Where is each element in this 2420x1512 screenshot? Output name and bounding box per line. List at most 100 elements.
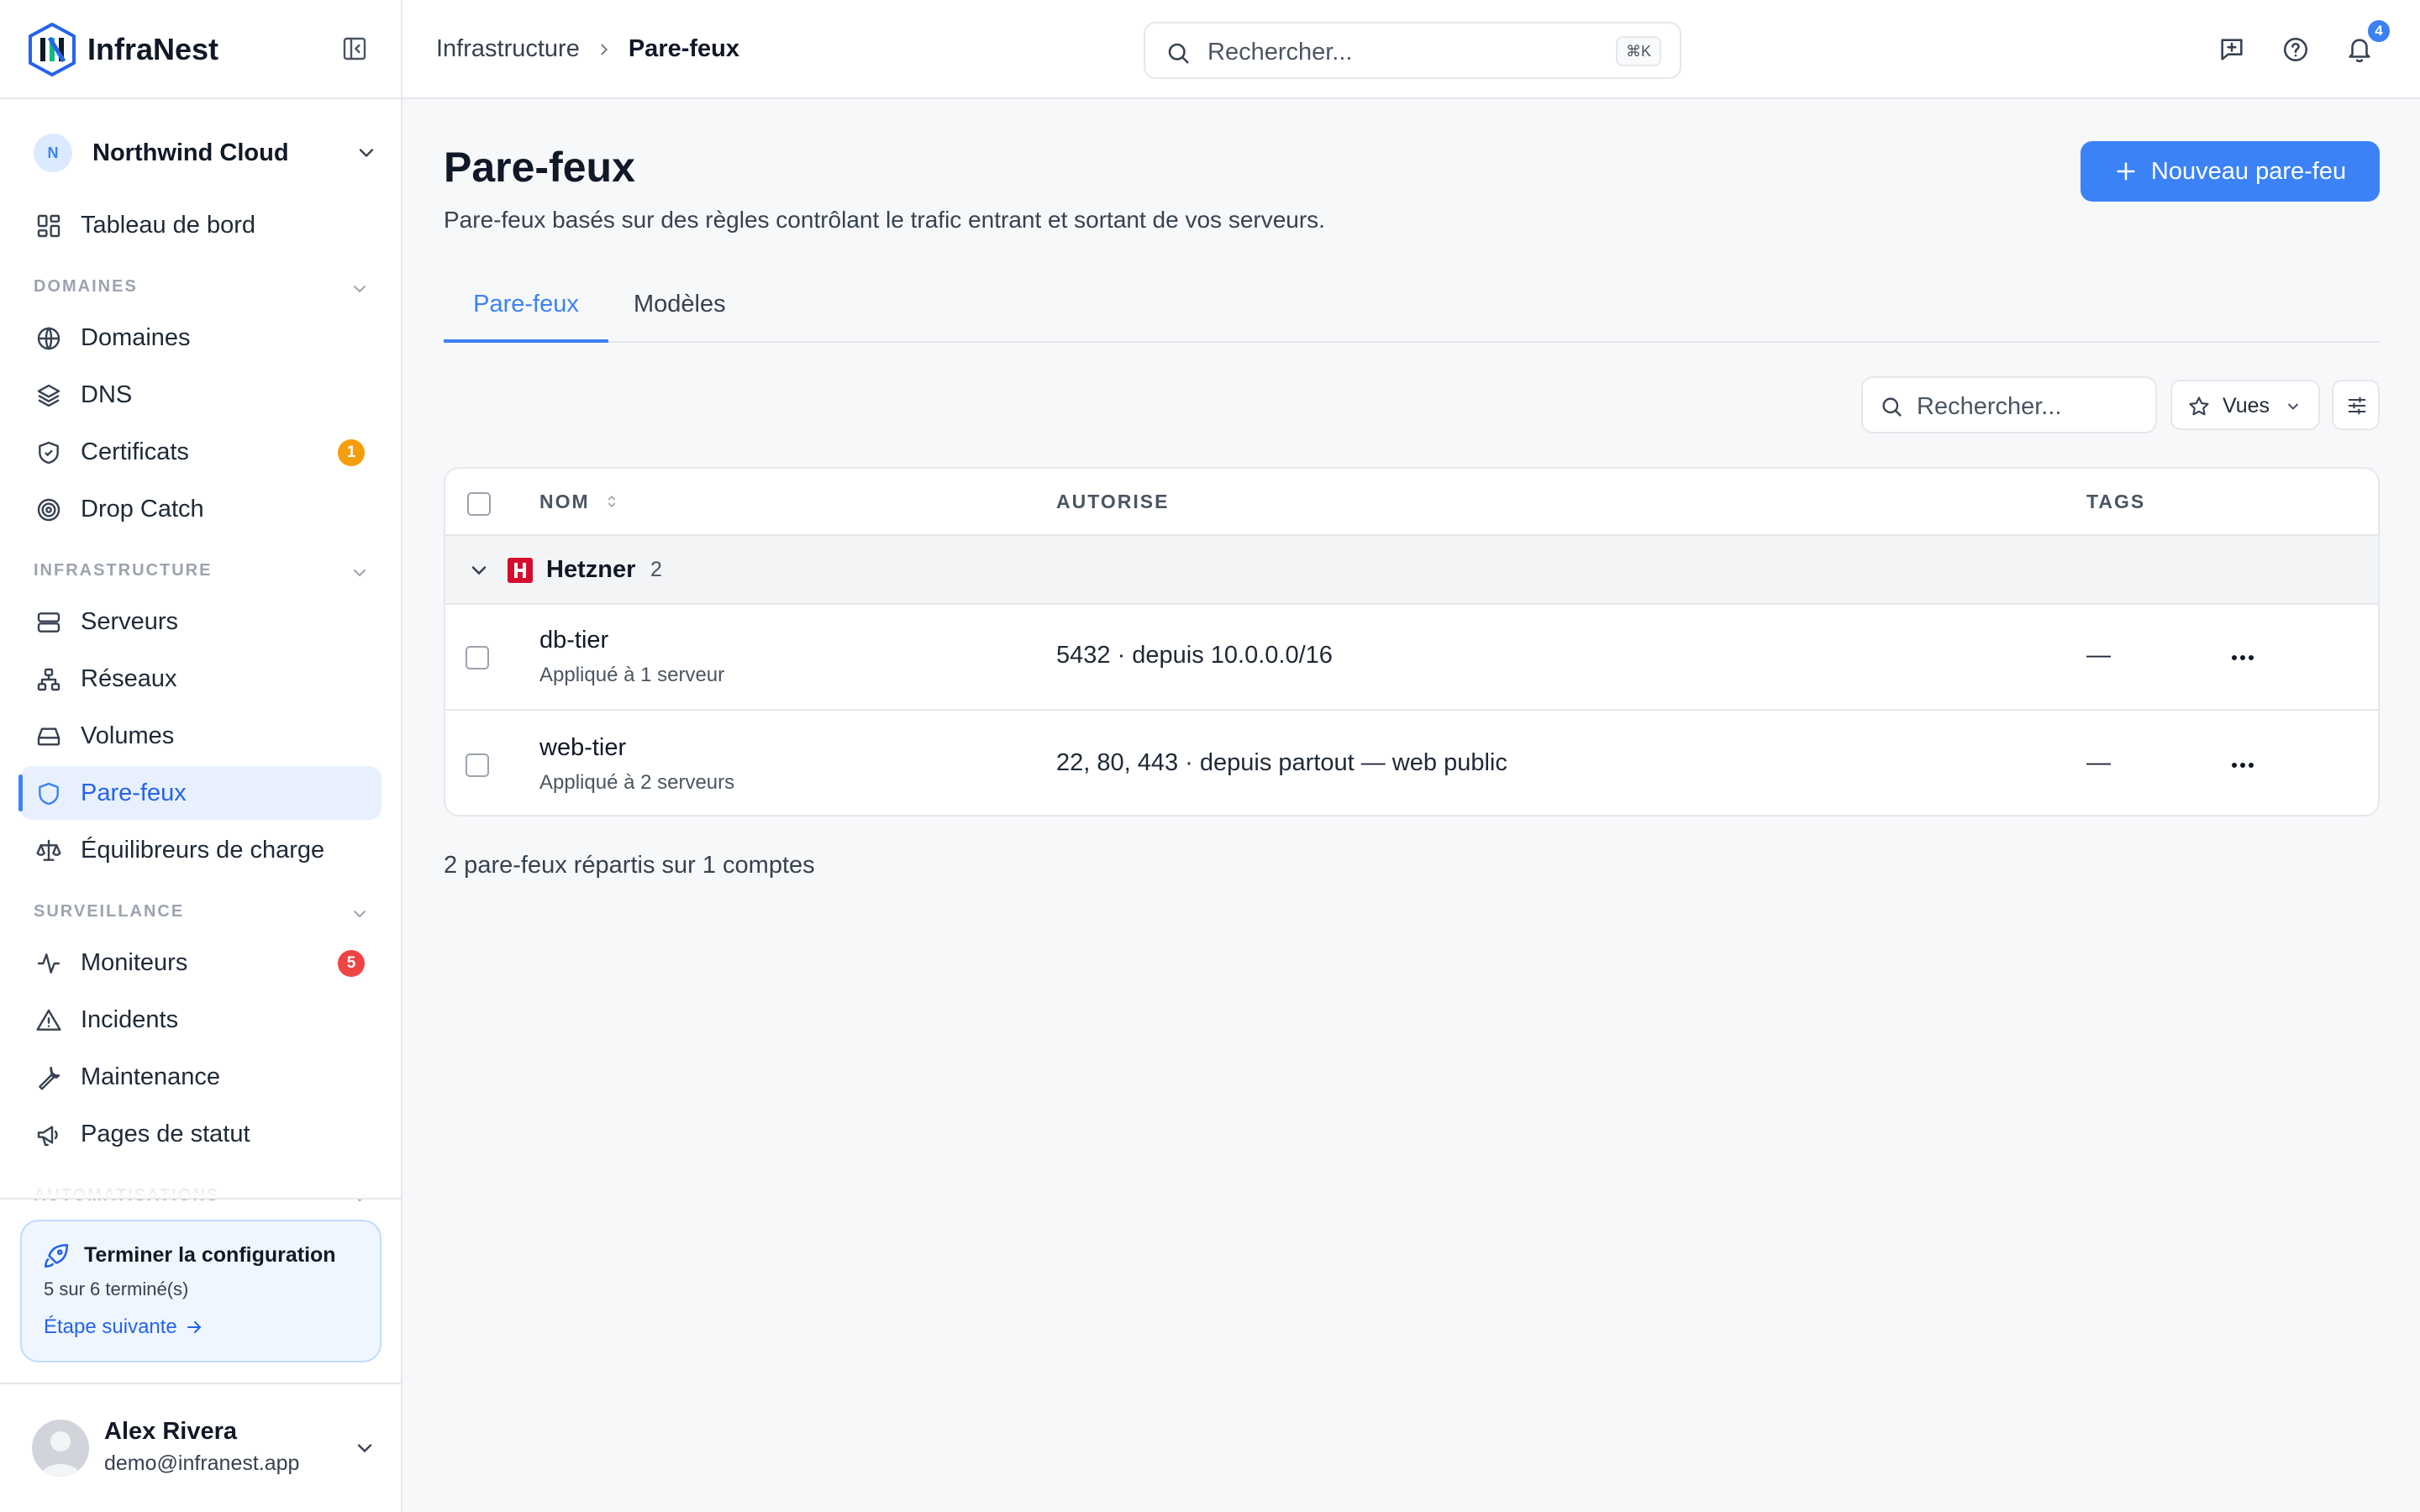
sidebar-item-label: Tableau de bord: [81, 212, 255, 239]
search-placeholder: Rechercher...: [1207, 39, 1353, 66]
column-name-header[interactable]: NOM: [539, 491, 620, 513]
globe-icon: [37, 327, 60, 350]
sidebar-item-label: Domaines: [81, 324, 191, 351]
org-name: Northwind Cloud: [92, 139, 289, 166]
sliders-icon: [2348, 396, 2366, 415]
sidebar-item-status-pages[interactable]: Pages de statut: [20, 1107, 381, 1161]
divider: [0, 1383, 401, 1384]
sidebar-item-label: Incidents: [81, 1006, 179, 1033]
sidebar-item-label: Serveurs: [81, 608, 179, 635]
table-header: NOM AUTORISE TAGS: [445, 469, 2378, 536]
select-all-checkbox[interactable]: [467, 492, 491, 516]
infranest-logo-icon[interactable]: [27, 22, 77, 77]
sidebar-item-label: Équilibreurs de charge: [81, 837, 325, 864]
sidebar-item-certificates[interactable]: Certificats 1: [20, 425, 381, 479]
sidebar-item-firewalls[interactable]: Pare-feux: [18, 766, 381, 820]
sidebar-item-servers[interactable]: Serveurs: [20, 595, 381, 648]
firewall-tags: —: [2086, 642, 2111, 669]
sidebar-item-label: Réseaux: [81, 665, 177, 692]
search-icon: [1882, 397, 1902, 417]
app-root: InfraNest N Northwind Cloud Tableau de b…: [0, 0, 2420, 1512]
chevron-down-icon: [354, 570, 366, 577]
page-title: Pare-feux: [444, 144, 635, 191]
breadcrumb-current: Pare-feux: [628, 35, 740, 62]
table-row[interactable]: web-tier Appliqué à 2 serveurs 22, 80, 4…: [445, 712, 2378, 815]
tab-templates[interactable]: Modèles: [634, 276, 726, 343]
group-count: 2: [650, 558, 662, 581]
section-label: DOMAINES: [34, 277, 138, 296]
sidebar-item-label: Moniteurs: [81, 949, 188, 976]
server-icon: [37, 612, 60, 633]
more-actions-icon[interactable]: [2228, 645, 2257, 670]
plus-icon: [2117, 162, 2135, 181]
sidebar-item-dashboard[interactable]: Tableau de bord: [20, 198, 381, 252]
setup-progress: 5 sur 6 terminé(s): [44, 1278, 189, 1299]
sidebar-item-incidents[interactable]: Incidents: [20, 993, 381, 1047]
more-actions-icon[interactable]: [2228, 753, 2257, 778]
sidebar-item-monitors[interactable]: Moniteurs 5: [20, 936, 381, 990]
new-firewall-button[interactable]: Nouveau pare-feu: [2081, 141, 2380, 202]
org-switcher[interactable]: N Northwind Cloud: [34, 131, 378, 175]
sidebar-item-label: Drop Catch: [81, 496, 204, 522]
row-checkbox[interactable]: [466, 646, 489, 669]
dashboard-icon: [37, 214, 60, 238]
sidebar-item-load-balancers[interactable]: Équilibreurs de charge: [20, 823, 381, 877]
sort-icon: [608, 495, 616, 508]
monitors-badge: 5: [338, 950, 365, 977]
firewall-name[interactable]: web-tier: [539, 734, 626, 762]
shield-check-icon: [39, 441, 59, 465]
tabs: Pare-feux Modèles: [444, 276, 2380, 343]
chevron-down-icon[interactable]: [467, 559, 491, 582]
firewall-allowed: 22, 80, 443 · depuis partout — web publi…: [1056, 749, 1507, 776]
table-row[interactable]: db-tier Appliqué à 1 serveur 5432 · depu…: [445, 605, 2378, 711]
sidebar-item-networks[interactable]: Réseaux: [20, 652, 381, 706]
sidebar-item-maintenance[interactable]: Maintenance: [20, 1050, 381, 1104]
sidebar-item-label: Certificats: [81, 438, 189, 465]
sidebar-scroll-fade: [0, 1159, 401, 1198]
views-label: Vues: [2223, 394, 2270, 417]
tab-firewalls[interactable]: Pare-feux: [444, 276, 608, 343]
group-row-hetzner[interactable]: Hetzner 2: [445, 536, 2378, 605]
sidebar-item-label: Pages de statut: [81, 1121, 250, 1147]
section-monitoring[interactable]: SURVEILLANCE: [34, 902, 370, 927]
firewall-applied: Appliqué à 1 serveur: [539, 664, 725, 686]
chevron-down-icon: [359, 149, 374, 157]
feedback-icon[interactable]: [2217, 35, 2246, 64]
sidebar-item-label: Volumes: [81, 722, 175, 749]
avatar: [32, 1420, 89, 1477]
breadcrumb: Infrastructure Pare-feux: [436, 35, 739, 63]
sidebar-collapse-icon[interactable]: [341, 35, 368, 62]
wrench-icon: [39, 1066, 60, 1090]
org-avatar: N: [34, 134, 72, 172]
arrow-right-icon: [187, 1321, 201, 1333]
sidebar-item-volumes[interactable]: Volumes: [20, 709, 381, 763]
next-step-link[interactable]: Étape suivante: [44, 1315, 204, 1339]
sidebar-item-label: DNS: [81, 381, 133, 408]
column-allowed-header: AUTORISE: [1056, 491, 1170, 512]
global-search-input[interactable]: Rechercher... ⌘K: [1144, 22, 1681, 79]
section-domains[interactable]: DOMAINES: [34, 277, 370, 302]
sidebar-item-label: Maintenance: [81, 1063, 221, 1090]
brand-header: InfraNest: [0, 0, 401, 99]
row-checkbox[interactable]: [466, 753, 489, 777]
views-dropdown[interactable]: Vues: [2170, 380, 2320, 430]
user-avatar-icon: [32, 1420, 89, 1477]
chevron-down-icon: [354, 286, 366, 293]
sidebar-item-drop-catch[interactable]: Drop Catch: [20, 482, 381, 536]
user-name: Alex Rivera: [104, 1418, 237, 1445]
user-menu[interactable]: Alex Rivera demo@infranest.app: [32, 1413, 376, 1483]
user-email: demo@infranest.app: [104, 1452, 300, 1475]
shortcut-hint: ⌘K: [1615, 36, 1661, 66]
section-infrastructure[interactable]: INFRASTRUCTURE: [34, 561, 370, 586]
notifications-badge: 4: [2366, 18, 2391, 44]
chevron-right-icon: [601, 44, 608, 55]
breadcrumb-infrastructure[interactable]: Infrastructure: [436, 35, 580, 63]
column-settings-button[interactable]: [2332, 380, 2380, 430]
help-icon[interactable]: [2281, 35, 2310, 64]
divider: [0, 1198, 401, 1200]
sidebar-item-dns[interactable]: DNS: [20, 368, 381, 422]
sidebar-item-domains[interactable]: Domaines: [20, 311, 381, 365]
firewall-name[interactable]: db-tier: [539, 627, 608, 654]
table-search-input[interactable]: Rechercher...: [1861, 376, 2157, 433]
setup-card[interactable]: Terminer la configuration 5 sur 6 termin…: [20, 1220, 381, 1362]
